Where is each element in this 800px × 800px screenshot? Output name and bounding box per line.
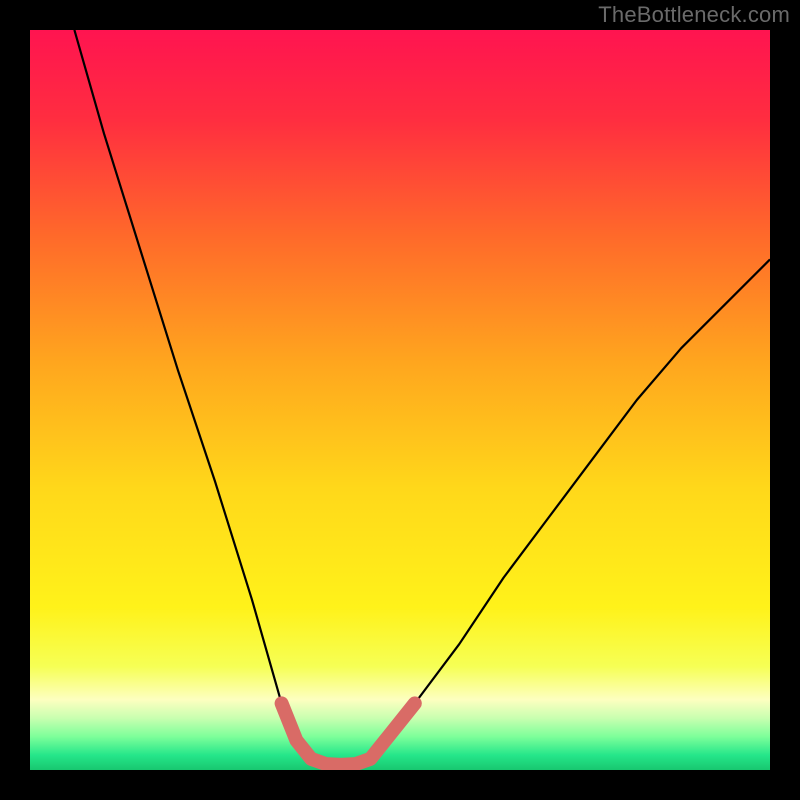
chart-frame: TheBottleneck.com: [0, 0, 800, 800]
watermark-text: TheBottleneck.com: [598, 2, 790, 28]
plot-area: [30, 30, 770, 770]
bottleneck-curve: [30, 30, 770, 770]
